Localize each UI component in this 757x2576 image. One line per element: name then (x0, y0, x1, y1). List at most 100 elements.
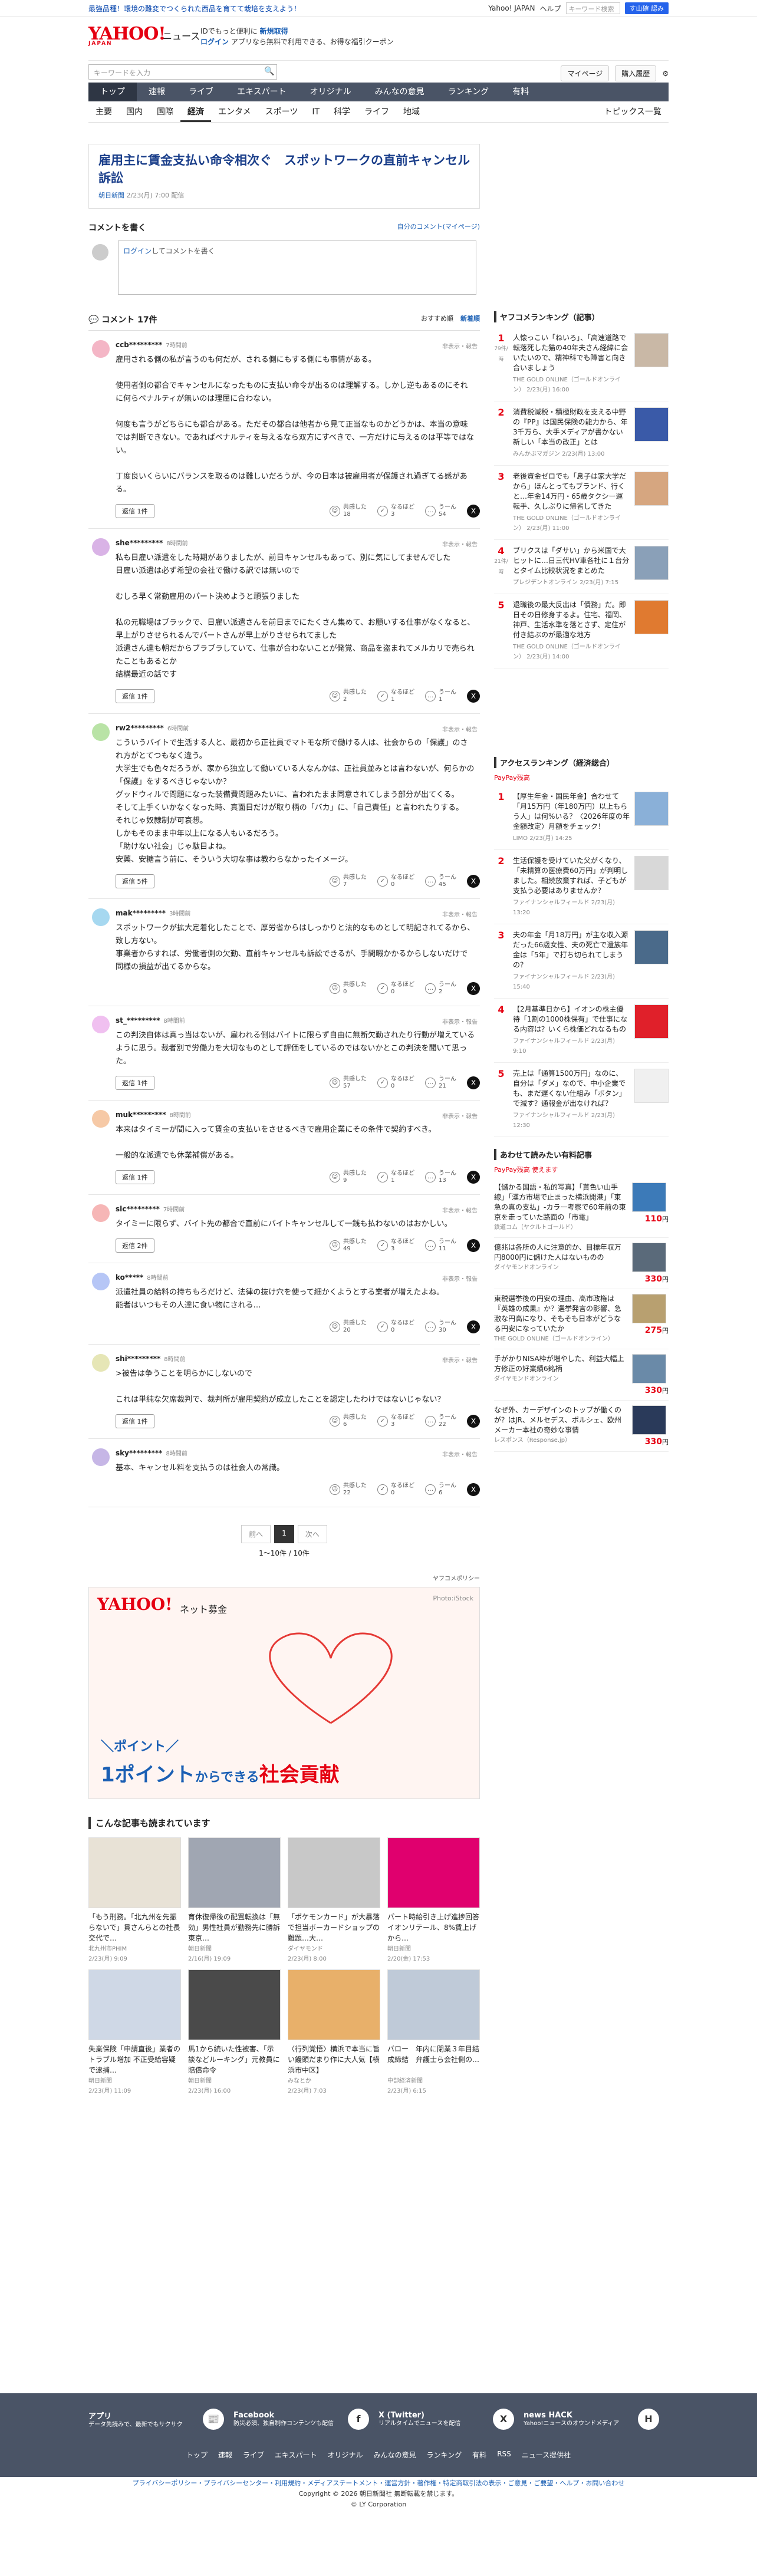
report-link[interactable]: 非表示・報告 (442, 1355, 478, 1364)
vote-v3[interactable]: … うーん 1 (425, 689, 456, 703)
reply-button[interactable]: 返信 1件 (116, 1076, 154, 1090)
vote-v2[interactable]: ✓ なるほど 0 (377, 1483, 414, 1497)
also-item[interactable]: 馬1から続いた性被害、「示談などルーキング」元教員に賠償命令 朝日新聞 2/23(月… (188, 1969, 281, 2094)
report-link[interactable]: 非表示・報告 (442, 1205, 478, 1214)
access-title[interactable]: 【2月基準日から】イオンの株主優待「1割の1000株保有」で仕事になる内容は？い… (513, 1005, 627, 1033)
vote-v2[interactable]: ✓ なるほど 3 (377, 504, 414, 518)
paid-title[interactable]: 億兆は各所の人に注意的か、目標年収万円8000円に儲けた人はないものの (494, 1243, 621, 1261)
also-item[interactable]: 「ポケモンカード」が大暴落で担当ボーカードショップの難題…大… ダイヤモンド 2/2… (288, 1837, 380, 1962)
cat-it[interactable]: IT (305, 101, 327, 122)
vote-v2[interactable]: ✓ なるほど 0 (377, 981, 414, 996)
report-link[interactable]: 非表示・報告 (442, 1111, 478, 1120)
comment-username[interactable]: st_********* (116, 1016, 160, 1025)
cat-domestic[interactable]: 国内 (119, 101, 150, 122)
also-item[interactable]: 〈行列覚悟〉横浜で本当に旨い饅頭だまり作に大人気【横浜市中区】 みなとか 2/23(… (288, 1969, 380, 2094)
paid-item[interactable]: 東税選挙後の円安の理由、高市政権は『英雄の成果』か？選挙発言の影響、急激な円高に… (494, 1289, 669, 1349)
report-link[interactable]: 非表示・報告 (442, 1017, 478, 1026)
also-item-title[interactable]: 馬1から続いた性被害、「示談などルーキング」元教員に賠償命令 (188, 2044, 281, 2076)
cat-science[interactable]: 科学 (327, 101, 357, 122)
my-comments-link[interactable]: 自分のコメント(マイページ) (397, 222, 480, 233)
yahoo-logo[interactable]: YAHOO! JAPAN (88, 24, 166, 47)
search-input[interactable]: キーワードを入力 (88, 64, 277, 80)
cat-region[interactable]: 地域 (396, 101, 427, 122)
nav-expert[interactable]: エキスパート (225, 83, 298, 101)
report-link[interactable]: 非表示・報告 (442, 539, 478, 548)
rank-title[interactable]: 退職後の最大反出は「債務」だ。即日その日修身するよ。住宅、福岡、神戸、生活水準を… (513, 601, 626, 639)
footer-links[interactable]: プライバシーポリシー・プライバシーセンター・利用規約・メディアステートメント・運… (0, 2478, 757, 2489)
ranking-item[interactable]: 4 21件/時 ブリクスは「ダサい」から米国で大ヒットに…日三代HV車各社に１台分と… (494, 540, 669, 594)
also-item[interactable]: 育休復帰後の配置転換は「無効」男性社員が勤務先に勝訴 東京… 朝日新聞 2/16(月… (188, 1837, 281, 1962)
yahoo-japan-link[interactable]: Yahoo! JAPAN (488, 4, 535, 12)
comment-username[interactable]: mak********* (116, 909, 166, 917)
comment-policy-link[interactable]: ヤフコメポリシー (88, 1573, 480, 1582)
x-share-icon[interactable]: X (467, 982, 480, 995)
paid-title[interactable]: 【儲かる国語・私的写真】「貰色い山手線」「漢方市場で止まった横浜開港」「東急の真… (494, 1183, 626, 1221)
rank-title[interactable]: 消費税減税・積極財政を支える中野の『PP』は国民保険の能力から、年3千万ら、大手… (513, 408, 627, 446)
article-source[interactable]: 朝日新聞 (98, 192, 124, 199)
footer-nav-item[interactable]: エキスパート (275, 2450, 317, 2460)
rank-title[interactable]: 老後資金ゼロでも「息子は家大学だから」ほんとってもブランド、行くと…年金14万円… (513, 472, 626, 510)
ranking-item[interactable]: 1 79件/時 人懐っこい「ねいろ」、「高速道路で転落死した猫の40年夫さん経緯に会… (494, 327, 669, 401)
nav-top[interactable]: トップ (88, 83, 137, 101)
x-share-icon[interactable]: X (467, 1076, 480, 1089)
vote-v1[interactable]: ☺ 共感した 22 (330, 1483, 367, 1497)
also-item[interactable]: 失業保険「申請直後」業者のトラブル増加 不正受給容疑で逮捕… 朝日新聞 2/23(月… (88, 1969, 181, 2094)
vote-v3[interactable]: … うーん 13 (425, 1170, 456, 1184)
mypage-button[interactable]: マイページ (561, 65, 610, 81)
access-title[interactable]: 売上は「通算1500万円」なのに、自分は「ダメ」なので、中小企業でも、まだ遅くな… (513, 1069, 626, 1108)
paid-item[interactable]: 億兆は各所の人に注意的か、目標年収万円8000円に儲けた人はないものの ダイヤモン… (494, 1238, 669, 1289)
also-item[interactable]: パート時給引き上げ進捗回答 イオンリテール、8%賃上げから… 朝日新聞 2/20(金… (387, 1837, 480, 1962)
vote-v1[interactable]: ☺ 共感した 2 (330, 689, 367, 703)
also-item-title[interactable]: 〈行列覚悟〉横浜で本当に旨い饅頭だまり作に大人気【横浜市中区】 (288, 2044, 380, 2076)
comment-username[interactable]: ko***** (116, 1273, 143, 1282)
footer-nav-item[interactable]: みんなの意見 (374, 2450, 416, 2460)
comment-username[interactable]: ccb********* (116, 341, 162, 349)
report-link[interactable]: 非表示・報告 (442, 1274, 478, 1283)
nav-breaking[interactable]: 速報 (137, 83, 177, 101)
paid-title[interactable]: 東税選挙後の円安の理由、高市政権は『英雄の成果』か？選挙発言の影響、急激な円高に… (494, 1294, 621, 1333)
comment-input[interactable]: ログインしてコメントを書く (118, 241, 476, 295)
vote-v2[interactable]: ✓ なるほど 1 (377, 1170, 414, 1184)
access-item[interactable]: 1 【厚生年金・国民年金】合わせて「月15万円（年180万円）以上もらう人」は何%… (494, 786, 669, 850)
vote-v2[interactable]: ✓ なるほど 3 (377, 1238, 414, 1253)
also-item-title[interactable]: 「もう刑務。「北九州を先振らないで」貫さんらとの社長交代で… (88, 1912, 181, 1943)
access-title[interactable]: 生活保護を受けていた父がくなり、「未精算の医療費60万円」が判明しました。相続放… (513, 857, 628, 895)
vote-v2[interactable]: ✓ なるほど 0 (377, 1076, 414, 1090)
top-search-input[interactable]: キーワード検索 (565, 2, 620, 14)
reply-button[interactable]: 返信 1件 (116, 504, 154, 518)
gear-icon[interactable]: ⚙ (662, 70, 669, 78)
nav-paid[interactable]: 有料 (501, 83, 541, 101)
paid-title[interactable]: なぜ外、カーデザインのトップが働くのが？はJR、メルセデス、ポルシェ、欧州メーカ… (494, 1406, 621, 1434)
footer-app[interactable]: news HACK Yahoo!ニュースのオウンドメディア H (524, 2400, 669, 2438)
vote-v1[interactable]: ☺ 共感した 57 (330, 1076, 367, 1090)
help-link[interactable]: ヘルプ (539, 4, 561, 14)
access-item[interactable]: 5 売上は「通算1500万円」なのに、自分は「ダメ」なので、中小企業でも、まだ遅く… (494, 1063, 669, 1137)
paid-item[interactable]: 【儲かる国語・私的写真】「貰色い山手線」「漢方市場で止まった横浜開港」「東急の真… (494, 1178, 669, 1238)
ranking-item[interactable]: 3 老後資金ゼロでも「息子は家大学だから」ほんとってもブランド、行くと…年金14万… (494, 466, 669, 540)
comment-username[interactable]: she********* (116, 539, 163, 547)
access-title[interactable]: 【厚生年金・国民年金】合わせて「月15万円（年180万円）以上もらう人」は何%い… (513, 792, 630, 831)
reply-button[interactable]: 返信 2件 (116, 1238, 154, 1253)
x-share-icon[interactable]: X (467, 505, 480, 518)
nav-original[interactable]: オリジナル (298, 83, 363, 101)
nav-live[interactable]: ライブ (177, 83, 225, 101)
also-item-title[interactable]: パート時給引き上げ進捗回答 イオンリテール、8%賃上げから… (387, 1912, 480, 1943)
vote-v2[interactable]: ✓ なるほど 1 (377, 689, 414, 703)
footer-nav-item[interactable]: ランキング (427, 2450, 462, 2460)
footer-nav-item[interactable]: ライブ (243, 2450, 264, 2460)
promo-link[interactable]: 最強品種！環境の難変でつくられた西品を育てて栽培を支えよう！ (88, 4, 301, 14)
vote-v1[interactable]: ☺ 共感した 0 (330, 981, 367, 996)
report-link[interactable]: 非表示・報告 (442, 341, 478, 350)
footer-nav-item[interactable]: 有料 (472, 2450, 486, 2460)
reply-button[interactable]: 返信 5件 (116, 874, 154, 888)
x-share-icon[interactable]: X (467, 1239, 480, 1252)
purchase-history-button[interactable]: 購入履歴 (615, 65, 657, 81)
cat-main[interactable]: 主要 (88, 101, 119, 122)
x-share-icon[interactable]: X (467, 1320, 480, 1333)
ranking-item[interactable]: 2 消費税減税・積極財政を支える中野の『PP』は国民保険の能力から、年3千万ら、大… (494, 401, 669, 466)
paid-item[interactable]: 手がかりNISA枠が増やした、利益大幅上方修正の好業績6銘柄 ダイヤモンドオンライ… (494, 1349, 669, 1401)
report-link[interactable]: 非表示・報告 (442, 910, 478, 918)
also-item-title[interactable]: 失業保険「申請直後」業者のトラブル増加 不正受給容疑で逮捕… (88, 2044, 181, 2076)
vote-v2[interactable]: ✓ なるほど 0 (377, 874, 414, 888)
vote-v1[interactable]: ☺ 共感した 18 (330, 504, 367, 518)
